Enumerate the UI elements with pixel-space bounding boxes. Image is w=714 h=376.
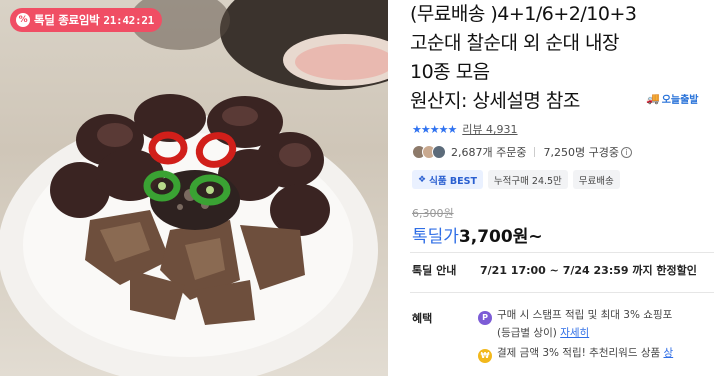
benefit-reward-link[interactable]: 상 bbox=[663, 347, 673, 359]
title-line-3: 10종 모음 bbox=[410, 61, 490, 83]
deal-info-period: 7/21 17:00 ~ 7/24 23:59 까지 한정할인 bbox=[480, 264, 697, 277]
product-info-panel: (무료배송 )4+1/6+2/10+3 고순대 찰순대 외 순대 내장 10종 … bbox=[410, 0, 714, 376]
benefits-label: 혜택 bbox=[412, 312, 433, 325]
tag-cumulative-purchases: 누적구매 24.5만 bbox=[487, 170, 568, 189]
divider bbox=[410, 292, 714, 293]
deal-price-label: 톡딜가 bbox=[412, 227, 459, 247]
product-tags: ❖ 식품 BEST 누적구매 24.5만 무료배송 bbox=[412, 170, 620, 189]
points-icon: P bbox=[478, 311, 492, 325]
benefit-details-link[interactable]: 자세히 bbox=[560, 327, 589, 339]
watching-count: 7,250명 구경중 bbox=[543, 146, 619, 159]
tag-food-best: ❖ 식품 BEST bbox=[412, 170, 483, 189]
coin-icon: ₩ bbox=[478, 349, 492, 363]
star-rating-icon: ★★★★★ bbox=[412, 122, 457, 136]
percent-icon: % bbox=[16, 13, 30, 27]
deal-price-row: 톡딜가3,700원~ bbox=[412, 222, 543, 247]
deal-badge-label: 톡딜 종료임박 bbox=[34, 13, 100, 27]
product-image[interactable]: % 톡딜 종료임박 21:42:21 bbox=[0, 0, 388, 376]
soondae-plate-illustration bbox=[0, 0, 388, 376]
benefit-reward: ₩ 결제 금액 3% 적립! 추천리워드 상품 상 bbox=[478, 345, 673, 363]
deal-price-value: 3,700원~ bbox=[458, 227, 543, 247]
today-shipping-label: 오늘출발 bbox=[661, 95, 699, 106]
divider bbox=[534, 147, 536, 157]
today-shipping-badge: 🚚 오늘출발 bbox=[646, 91, 699, 106]
review-count-link[interactable]: 리뷰 4,931 bbox=[462, 121, 517, 137]
deal-ending-badge: % 톡딜 종료임박 21:42:21 bbox=[10, 8, 162, 32]
activity-stats: 2,687개 주문중 7,250명 구경중 i bbox=[412, 144, 632, 160]
tag-label: 식품 BEST bbox=[429, 175, 477, 187]
avatar bbox=[432, 145, 446, 159]
info-icon[interactable]: i bbox=[620, 146, 632, 158]
truck-icon: 🚚 bbox=[646, 92, 660, 105]
buyer-avatars bbox=[412, 145, 446, 159]
benefit-stamp-points: P 구매 시 스탬프 적립 및 최대 3% 쇼핑포 (등급별 상이) 자세히 bbox=[478, 307, 714, 341]
benefit-stamp-text: 구매 시 스탬프 적립 및 최대 3% 쇼핑포 bbox=[497, 309, 673, 321]
badge-icon: ❖ bbox=[418, 174, 427, 185]
deal-info-label: 톡딜 안내 bbox=[412, 264, 457, 277]
title-line-2: 고순대 찰순대 외 순대 내장 bbox=[410, 32, 619, 54]
orders-count: 2,687개 주문중 bbox=[451, 146, 527, 159]
tag-free-shipping: 무료배송 bbox=[572, 170, 620, 189]
divider bbox=[410, 252, 714, 253]
deal-countdown-timer: 21:42:21 bbox=[103, 13, 154, 27]
deal-info-row: 톡딜 안내 7/21 17:00 ~ 7/24 23:59 까지 한정할인 bbox=[412, 262, 697, 278]
rating-row: ★★★★★ 리뷰 4,931 bbox=[412, 121, 518, 137]
original-price: 6,300원 bbox=[412, 207, 454, 220]
title-line-1: (무료배송 )4+1/6+2/10+3 bbox=[410, 3, 637, 25]
benefit-reward-text: 결제 금액 3% 적립! 추천리워드 상품 bbox=[497, 347, 661, 359]
benefit-grade-note: (등급별 상이) bbox=[497, 327, 557, 339]
